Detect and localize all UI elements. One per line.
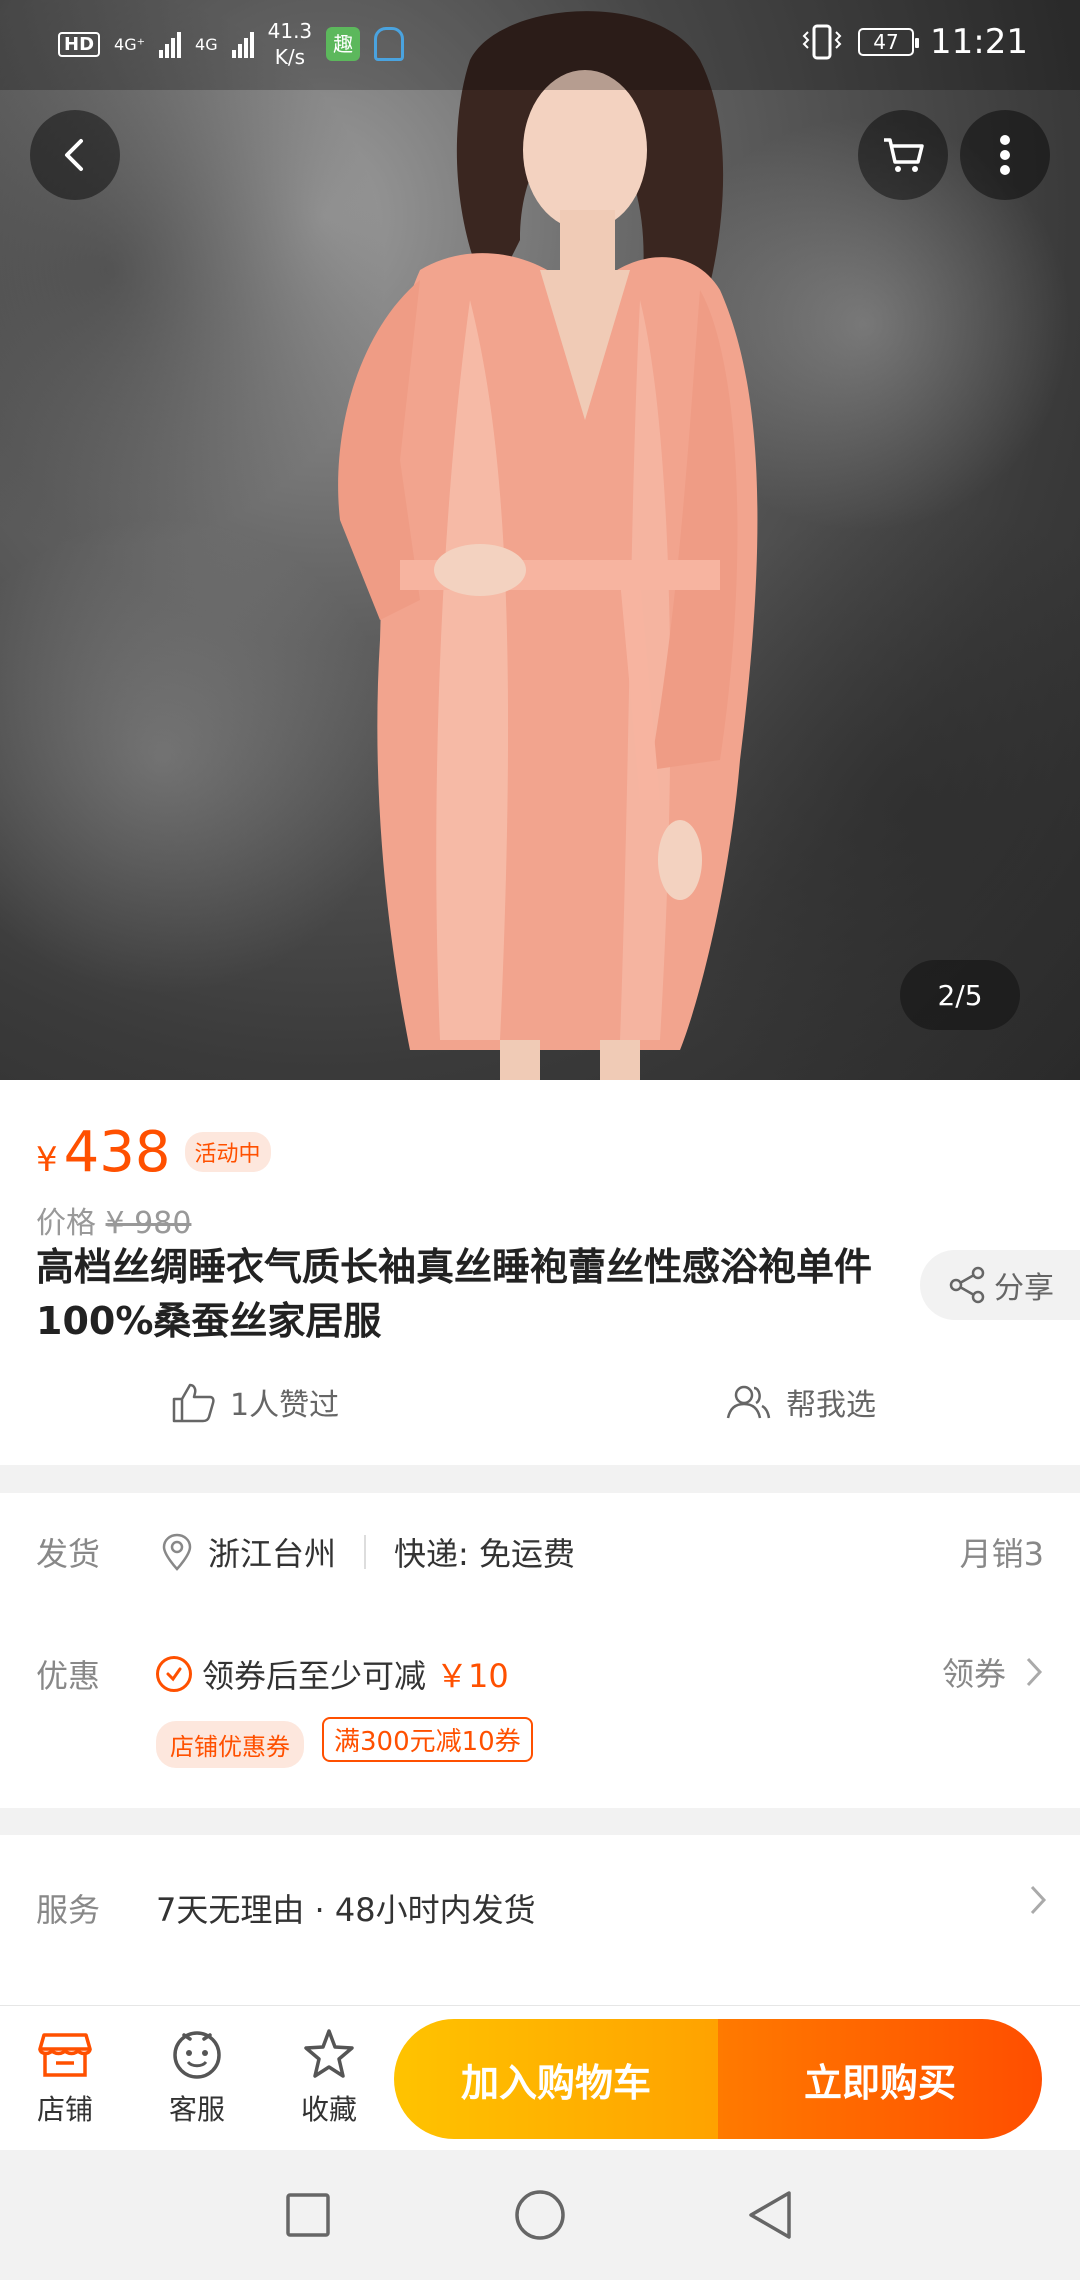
product-title: 高档丝绸睡衣气质长袖真丝睡袍蕾丝性感浴袍单件100%桑蚕丝家居服 (36, 1245, 873, 1343)
store-button[interactable]: 店铺 (20, 2024, 110, 2128)
recents-button[interactable] (278, 2185, 338, 2245)
store-icon (38, 2033, 92, 2077)
favorite-label: 收藏 (300, 2093, 357, 2126)
promo-label: 优惠 (36, 1657, 101, 1695)
more-button[interactable] (960, 110, 1050, 200)
ship-location: 浙江台州 (208, 1535, 337, 1573)
customer-service-icon (173, 2031, 221, 2079)
product-info-card: ¥ 438 活动中 价格 ¥ 980 高档丝绸睡衣气质长袖真丝睡袍蕾丝性感浴袍单… (0, 1080, 1080, 1465)
back-nav-button[interactable] (740, 2185, 800, 2245)
cart-button[interactable] (858, 110, 948, 200)
coupon-info[interactable]: 领券后至少可减 ￥10 (156, 1651, 509, 1697)
chevron-right-icon (1026, 1657, 1043, 1687)
service-row[interactable]: 服务 7天无理由 · 48小时内发货 (0, 1835, 1080, 2005)
location-pin-icon (162, 1533, 192, 1571)
express-fee: 快递: 免运费 (394, 1535, 575, 1573)
monthly-sales: 月销3 (959, 1535, 1044, 1573)
price-row: ¥ 438 活动中 (36, 1120, 271, 1185)
shipping-info: 浙江台州 快递: 免运费 (160, 1529, 575, 1575)
back-button[interactable] (30, 110, 120, 200)
gallery-pager: 2/5 (900, 960, 1020, 1030)
app-notification-icon: 趣 (326, 27, 361, 61)
share-button[interactable]: 分享 (920, 1250, 1080, 1320)
more-vertical-icon (1000, 135, 1010, 175)
favorite-button[interactable]: 收藏 (284, 2024, 374, 2128)
chevron-right-icon (1030, 1885, 1047, 1915)
hd-indicator: HD (58, 31, 101, 57)
price-currency: ¥ (36, 1140, 58, 1180)
vibrate-icon (802, 24, 842, 60)
home-button[interactable] (510, 2185, 570, 2245)
service-label: 服务 (36, 1891, 101, 1929)
shipping-promo-card: 发货 浙江台州 快递: 免运费 月销3 优惠 领券后至少可减 ￥10 领券 店铺… (0, 1493, 1080, 1808)
circle-icon (515, 2190, 565, 2240)
star-icon (304, 2029, 354, 2078)
customer-service-label: 客服 (168, 2093, 225, 2126)
square-icon (286, 2193, 330, 2237)
original-price: 价格 ¥ 980 (36, 1206, 192, 1241)
coupon-text: 领券后至少可减 (202, 1657, 427, 1695)
help-choose-label: 帮我选 (786, 1388, 876, 1423)
network-type-2: 4G (195, 34, 218, 54)
share-icon (949, 1266, 985, 1304)
add-to-cart-button[interactable]: 加入购物车 (394, 2019, 718, 2139)
signal-icon-2 (231, 30, 254, 58)
product-image-gallery[interactable]: HD 4G⁺ 4G 41.3 K/s 趣 47 11:21 2/5 (0, 0, 1080, 1080)
network-type-1: 4G⁺ (114, 34, 146, 54)
signal-icon (159, 30, 182, 58)
likes-count: 1人赞过 (230, 1388, 340, 1423)
divider (364, 1535, 367, 1569)
lock-notification-icon (374, 27, 405, 61)
service-text: 7天无理由 · 48小时内发货 (156, 1891, 536, 1929)
cart-icon (884, 138, 924, 172)
deal-coupon-tag[interactable]: 满300元减10券 (322, 1717, 533, 1762)
chevron-left-icon (65, 139, 83, 171)
like-button[interactable]: 1人赞过 (170, 1380, 339, 1424)
store-coupon-tag: 店铺优惠券 (156, 1721, 304, 1768)
get-coupon-label: 领券 (941, 1655, 1006, 1693)
help-choose-button[interactable]: 帮我选 (724, 1380, 876, 1424)
original-price-value: ¥ 980 (105, 1206, 192, 1241)
coupon-amount: ￥10 (436, 1657, 509, 1695)
network-speed: 41.3 K/s (267, 19, 313, 69)
price-value: 438 (63, 1120, 171, 1185)
bottom-action-bar: 店铺 客服 收藏 加入购物车 立即购买 (0, 2005, 1080, 2150)
people-icon (726, 1385, 771, 1419)
status-bar: HD 4G⁺ 4G 41.3 K/s 趣 47 11:21 (0, 0, 1080, 90)
promo-badge: 活动中 (184, 1132, 271, 1172)
system-nav-bar (0, 2150, 1080, 2280)
thumbs-up-icon (172, 1383, 215, 1423)
triangle-back-icon (749, 2191, 791, 2239)
get-coupon-button[interactable]: 领券 (942, 1649, 1044, 1695)
store-label: 店铺 (36, 2093, 93, 2126)
battery-icon: 47 (858, 28, 920, 56)
clock: 11:21 (930, 22, 1028, 62)
customer-service-button[interactable]: 客服 (152, 2024, 242, 2128)
shipping-label: 发货 (36, 1535, 101, 1573)
buy-now-button[interactable]: 立即购买 (718, 2019, 1042, 2139)
coupon-icon (156, 1656, 192, 1692)
share-label: 分享 (994, 1271, 1054, 1306)
